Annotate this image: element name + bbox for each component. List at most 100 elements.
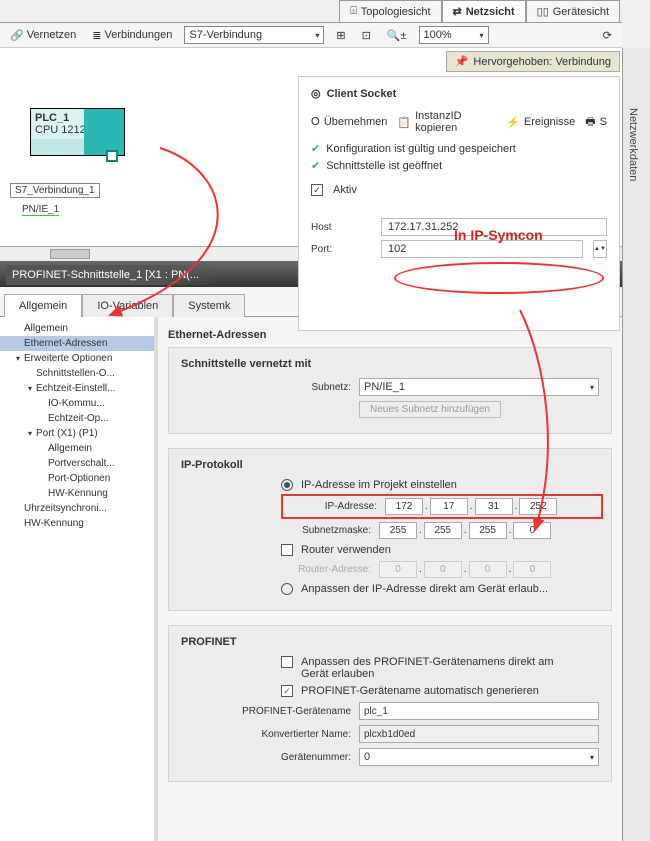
tree-item[interactable]: ▾Port (X1) (P1) bbox=[0, 426, 154, 441]
link-icon: 🔗 bbox=[10, 29, 24, 42]
s-button[interactable]: 🖶S bbox=[585, 110, 607, 134]
connection-label[interactable]: S7_Verbindung_1 bbox=[10, 183, 100, 198]
sub-profinet: PROFINET bbox=[181, 636, 599, 648]
radio-set-label: IP-Adresse im Projekt einstellen bbox=[301, 479, 457, 491]
s-icon: 🖶 bbox=[585, 113, 595, 132]
tree-item[interactable]: Allgemein bbox=[0, 321, 154, 336]
tool-icon-2[interactable]: ⊡ bbox=[358, 27, 375, 44]
mask-label: Subnetzmaske: bbox=[281, 525, 371, 536]
socket-icon: ◎ bbox=[311, 87, 321, 100]
router-address-input: 0. 0. 0. 0 bbox=[379, 561, 599, 578]
tab-device[interactable]: ▯▯Gerätesicht bbox=[526, 0, 620, 22]
property-tree[interactable]: AllgemeinEthernet-Adressen▾Erweiterte Op… bbox=[0, 317, 158, 841]
side-panel-handle[interactable]: Netzwerkdaten bbox=[622, 48, 650, 841]
panel-profinet: PROFINET Anpassen des PROFINET-Gerätenam… bbox=[168, 625, 612, 782]
chevron-down-icon: ▾ bbox=[480, 31, 484, 40]
ip-label: IP-Adresse: bbox=[287, 501, 377, 512]
port-label: Port: bbox=[311, 244, 371, 255]
check-icon: ✔ bbox=[311, 159, 320, 172]
tree-item[interactable]: HW-Kennung bbox=[0, 486, 154, 501]
radio-set-on-device[interactable] bbox=[281, 583, 293, 595]
pnie-label[interactable]: PN/IE_1 bbox=[22, 204, 59, 216]
tree-item[interactable]: Echtzeit-Op... bbox=[0, 411, 154, 426]
pn-conv-input bbox=[359, 725, 599, 743]
toolbar: 🔗Vernetzen ≣Verbindungen S7-Verbindung▾ … bbox=[0, 22, 622, 48]
ip-symcon-panel: ◎Client Socket ⭘Übernehmen 📋InstanzID ko… bbox=[298, 76, 620, 331]
port-stepper[interactable]: ▲▼ bbox=[593, 240, 607, 258]
panel-ip: IP-Protokoll IP-Adresse im Projekt einst… bbox=[168, 448, 612, 611]
topology-icon: ⌹ bbox=[350, 5, 357, 18]
pn-name-auto-label: PROFINET-Gerätename automatisch generier… bbox=[301, 685, 539, 697]
verbindungen-button[interactable]: ≣Verbindungen bbox=[88, 27, 176, 44]
new-subnet-button: Neues Subnetz hinzufügen bbox=[359, 401, 501, 418]
use-router-label: Router verwenden bbox=[301, 544, 391, 556]
tab-allgemein[interactable]: Allgemein bbox=[4, 294, 82, 317]
tree-item[interactable]: HW-Kennung bbox=[0, 516, 154, 531]
panel-actions: ⭘Übernehmen 📋InstanzID kopieren ⚡Ereigni… bbox=[311, 110, 607, 134]
tab-network[interactable]: ⇄Netzsicht bbox=[442, 0, 526, 22]
subnet-mask-input[interactable]: 255. 255. 255. 0 bbox=[379, 522, 599, 539]
check-circle-icon: ⭘ bbox=[311, 116, 320, 129]
tab-io-variablen[interactable]: IO-Variablen bbox=[82, 294, 173, 317]
pn-num-label: Gerätenummer: bbox=[181, 752, 351, 763]
ip-address-input[interactable]: 172. 17. 31. 252 bbox=[385, 498, 597, 515]
view-tabs: ⌹Topologiesicht ⇄Netzsicht ▯▯Gerätesicht bbox=[339, 0, 620, 22]
connection-type-select[interactable]: S7-Verbindung▾ bbox=[184, 26, 324, 44]
plc-module-icon bbox=[84, 109, 124, 155]
tool-icon-right[interactable]: ⟳ bbox=[599, 27, 616, 44]
bolt-icon: ⚡ bbox=[506, 116, 520, 129]
status-config: ✔Konfiguration ist gültig und gespeicher… bbox=[311, 142, 607, 155]
scrollbar-thumb[interactable] bbox=[50, 249, 90, 259]
panel-title: ◎Client Socket bbox=[311, 87, 607, 100]
annotation-text: In IP-Symcon bbox=[454, 227, 543, 243]
check-icon: ✔ bbox=[311, 142, 320, 155]
apply-button[interactable]: ⭘Übernehmen bbox=[311, 110, 387, 134]
events-button[interactable]: ⚡Ereignisse bbox=[506, 110, 575, 134]
radio-dev-label: Anpassen der IP-Adresse direkt am Gerät … bbox=[301, 583, 548, 595]
chevron-down-icon: ▾ bbox=[590, 383, 594, 392]
tree-item[interactable]: Port-Optionen bbox=[0, 471, 154, 486]
pn-name-label: PROFINET-Gerätename bbox=[181, 706, 351, 717]
inspector-title: PROFINET-Schnittstelle_1 [X1 : PN(... bbox=[6, 265, 217, 285]
aktiv-checkbox[interactable]: ✓ bbox=[311, 184, 323, 196]
vernetzen-button[interactable]: 🔗Vernetzen bbox=[6, 27, 80, 44]
tool-icon-1[interactable]: ⊞ bbox=[332, 27, 349, 44]
tree-item[interactable]: ▾Erweiterte Optionen bbox=[0, 351, 154, 366]
pn-name-input[interactable] bbox=[359, 702, 599, 720]
conn-icon: ≣ bbox=[92, 29, 101, 42]
zoom-fit-icon[interactable]: 🔍± bbox=[383, 27, 411, 44]
pn-name-direct-checkbox[interactable] bbox=[281, 656, 293, 668]
side-panel-label: Netzwerkdaten bbox=[627, 108, 639, 181]
tree-item[interactable]: ▾Echtzeit-Einstell... bbox=[0, 381, 154, 396]
zoom-select[interactable]: 100%▾ bbox=[419, 26, 489, 44]
annotation-oval bbox=[394, 262, 604, 294]
panel-iface: Schnittstelle vernetzt mit Subnetz: PN/I… bbox=[168, 347, 612, 434]
subnetz-select[interactable]: PN/IE_1▾ bbox=[359, 378, 599, 396]
tree-item[interactable]: Portverschalt... bbox=[0, 456, 154, 471]
tab-topology[interactable]: ⌹Topologiesicht bbox=[339, 0, 441, 22]
tab-systemk[interactable]: Systemk bbox=[173, 294, 245, 317]
router-label: Router-Adresse: bbox=[281, 564, 371, 575]
chevron-down-icon: ▾ bbox=[315, 31, 319, 40]
sub-ip: IP-Protokoll bbox=[181, 459, 599, 471]
network-icon: ⇄ bbox=[453, 5, 462, 18]
tree-item[interactable]: Schnittstellen-O... bbox=[0, 366, 154, 381]
tree-item[interactable]: Ethernet-Adressen bbox=[0, 336, 154, 351]
host-label: Host bbox=[311, 222, 371, 233]
radio-set-in-project[interactable] bbox=[281, 479, 293, 491]
copy-id-button[interactable]: 📋InstanzID kopieren bbox=[397, 110, 496, 134]
tree-item[interactable]: IO-Kommu... bbox=[0, 396, 154, 411]
pin-icon: 📌 bbox=[455, 55, 469, 68]
plc-port[interactable] bbox=[106, 150, 118, 162]
use-router-checkbox[interactable] bbox=[281, 544, 293, 556]
subnetz-label: Subnetz: bbox=[181, 382, 351, 393]
status-iface: ✔Schnittstelle ist geöffnet bbox=[311, 159, 607, 172]
plc-node[interactable]: PLC_1CPU 1212C bbox=[30, 108, 125, 156]
tree-item[interactable]: Uhrzeitsynchroni... bbox=[0, 501, 154, 516]
pn-num-select[interactable]: 0▾ bbox=[359, 748, 599, 766]
chevron-down-icon: ▾ bbox=[590, 753, 594, 762]
highlight-badge[interactable]: 📌Hervorgehoben: Verbindung bbox=[446, 51, 620, 72]
property-form: Ethernet-Adressen Schnittstelle vernetzt… bbox=[158, 317, 622, 841]
pn-name-auto-checkbox[interactable]: ✓ bbox=[281, 685, 293, 697]
tree-item[interactable]: Allgemein bbox=[0, 441, 154, 456]
